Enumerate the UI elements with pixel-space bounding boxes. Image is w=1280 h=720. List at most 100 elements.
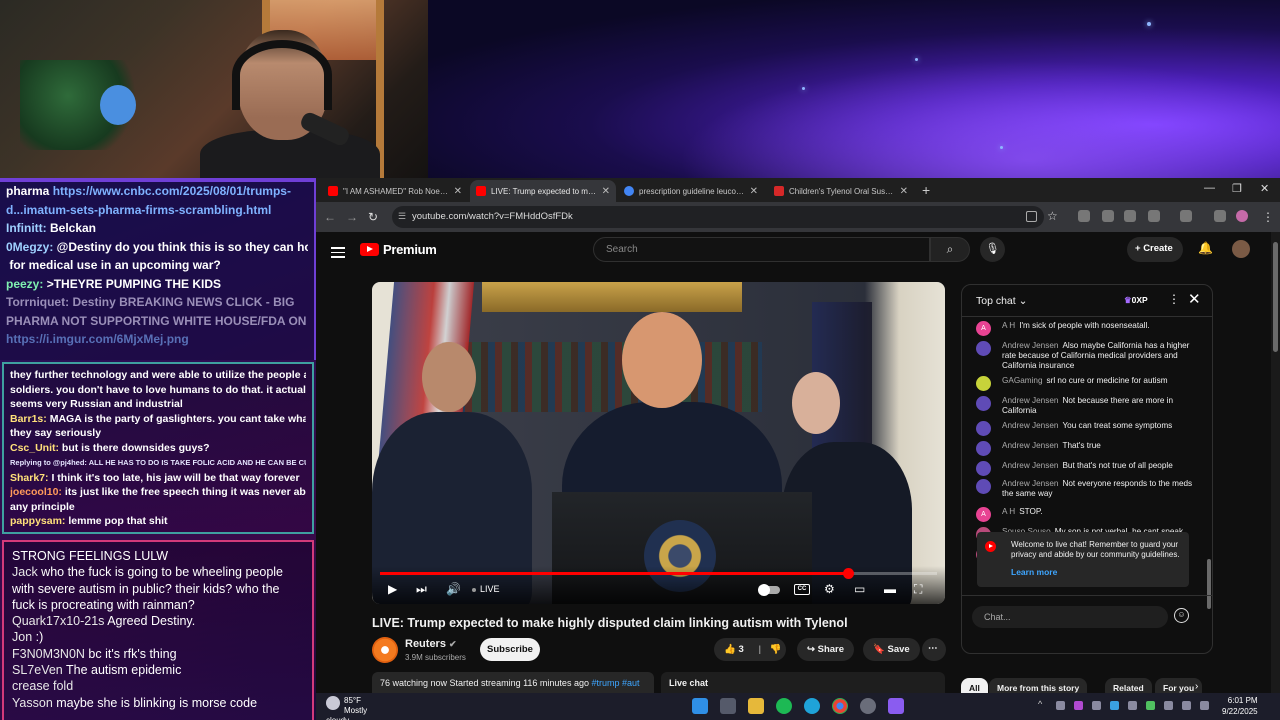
tray-icon[interactable] bbox=[1074, 701, 1083, 710]
chat-scrollbar[interactable] bbox=[1206, 319, 1212, 609]
volume-tray-icon[interactable] bbox=[1200, 701, 1209, 710]
search-icon[interactable]: ⌕ bbox=[930, 237, 970, 262]
app-icon[interactable] bbox=[860, 698, 876, 714]
account-avatar[interactable] bbox=[1232, 240, 1250, 258]
extension-icon[interactable] bbox=[1102, 210, 1114, 222]
chat-author[interactable]: Andrew Jensen bbox=[1002, 396, 1058, 405]
microphone-icon[interactable]: 🎙 bbox=[980, 237, 1005, 262]
chat-avatar[interactable]: A bbox=[976, 507, 991, 522]
channel-name[interactable]: Reuters ✔ bbox=[405, 638, 457, 650]
like-dislike-button[interactable]: 👍 3 | 👎 bbox=[714, 638, 786, 661]
search-input[interactable]: Search bbox=[593, 237, 930, 262]
tab-close-icon[interactable]: ✕ bbox=[454, 186, 462, 197]
chevron-right-icon[interactable]: › bbox=[1195, 681, 1198, 692]
site-info-icon[interactable]: ☰ bbox=[398, 211, 406, 222]
chat-avatar[interactable] bbox=[976, 441, 991, 456]
page-scrollbar[interactable] bbox=[1271, 232, 1280, 693]
extensions-puzzle-icon[interactable] bbox=[1148, 210, 1160, 222]
chat-avatar[interactable] bbox=[976, 396, 991, 411]
play-icon[interactable]: ▶ bbox=[388, 582, 397, 596]
tray-icon[interactable] bbox=[1056, 701, 1065, 710]
tray-icon[interactable] bbox=[1128, 701, 1137, 710]
description-box[interactable]: 76 watching now Started streaming 116 mi… bbox=[372, 672, 654, 693]
windows-start-icon[interactable] bbox=[692, 698, 708, 714]
live-indicator[interactable]: LIVE bbox=[472, 584, 500, 594]
chat-avatar[interactable] bbox=[976, 341, 991, 356]
media-icon[interactable] bbox=[1214, 210, 1226, 222]
learn-more-link[interactable]: Learn more bbox=[1011, 567, 1057, 577]
file-explorer-icon[interactable] bbox=[748, 698, 764, 714]
reload-icon[interactable]: ↻ bbox=[368, 210, 378, 224]
bookmark-star-icon[interactable]: ☆ bbox=[1047, 209, 1058, 223]
theater-mode-icon[interactable]: ▬ bbox=[884, 582, 896, 596]
tray-icon[interactable] bbox=[1164, 701, 1173, 710]
chat-author[interactable]: GAGaming bbox=[1002, 376, 1043, 385]
address-bar[interactable]: ☰ youtube.com/watch?v=FMHddOsfFDk bbox=[392, 206, 1044, 228]
tab-close-icon[interactable]: ✕ bbox=[602, 186, 610, 197]
scrollbar-thumb[interactable] bbox=[1273, 242, 1278, 352]
hamburger-menu-icon[interactable] bbox=[331, 244, 345, 261]
volume-icon[interactable]: 🔊 bbox=[446, 582, 461, 596]
app-icon[interactable] bbox=[888, 698, 904, 714]
browser-tab[interactable]: prescription guideline leucovor... ✕ bbox=[618, 180, 764, 202]
subscribe-button[interactable]: Subscribe bbox=[480, 638, 540, 661]
tray-icon[interactable] bbox=[1146, 701, 1155, 710]
chat-author[interactable]: Andrew Jensen bbox=[1002, 441, 1058, 450]
chat-author[interactable]: A H bbox=[1002, 321, 1015, 330]
miniplayer-icon[interactable]: ▭ bbox=[854, 582, 865, 596]
next-icon[interactable]: ⏭ bbox=[416, 582, 427, 597]
new-tab-icon[interactable]: + bbox=[922, 182, 930, 198]
chat-avatar[interactable] bbox=[976, 479, 991, 494]
chat-author[interactable]: Andrew Jensen bbox=[1002, 479, 1058, 488]
task-view-icon[interactable] bbox=[720, 698, 736, 714]
browser-menu-icon[interactable]: ⋮ bbox=[1262, 210, 1274, 224]
profile-avatar-icon[interactable] bbox=[1236, 210, 1248, 222]
chip-all[interactable]: All bbox=[961, 678, 988, 693]
description-hashtags[interactable]: #trump #aut bbox=[591, 678, 639, 688]
forward-icon[interactable]: → bbox=[346, 210, 358, 224]
thumbs-down-icon[interactable]: 👎 bbox=[770, 644, 782, 655]
progress-knob[interactable] bbox=[842, 568, 854, 579]
fullscreen-icon[interactable]: ⛶ bbox=[914, 582, 922, 597]
settings-gear-icon[interactable]: ⚙ bbox=[824, 582, 835, 596]
autoplay-toggle[interactable] bbox=[758, 584, 780, 596]
chat-avatar[interactable] bbox=[976, 421, 991, 436]
tray-icon[interactable] bbox=[1092, 701, 1101, 710]
edge-icon[interactable] bbox=[804, 698, 820, 714]
notifications-bell-icon[interactable]: 🔔 bbox=[1198, 241, 1213, 255]
chat-author[interactable]: A H bbox=[1002, 507, 1015, 516]
chat-author[interactable]: Andrew Jensen bbox=[1002, 341, 1058, 350]
chip-more-from-story[interactable]: More from this story bbox=[989, 678, 1088, 693]
xp-badge[interactable]: ♛0XP bbox=[1124, 295, 1148, 306]
chrome-icon[interactable] bbox=[832, 698, 848, 714]
cast-icon[interactable] bbox=[1026, 211, 1037, 222]
channel-avatar[interactable] bbox=[372, 637, 398, 663]
browser-tab-active[interactable]: LIVE: Trump expected to ma... ✕ bbox=[470, 180, 616, 202]
top-chat-dropdown[interactable]: Top chat ⌄ bbox=[976, 295, 1027, 307]
weather-widget[interactable]: 85°F Mostly cloudy bbox=[326, 696, 374, 720]
extension-icon[interactable] bbox=[1078, 210, 1090, 222]
system-clock[interactable]: 6:01 PM 9/22/2025 bbox=[1222, 696, 1258, 717]
chat-avatar[interactable] bbox=[976, 376, 991, 391]
save-button[interactable]: 🔖 Save bbox=[863, 638, 920, 661]
browser-tab[interactable]: "I AM ASHAMED" Rob Noerr A... ✕ bbox=[322, 180, 468, 202]
chat-author[interactable]: Andrew Jensen bbox=[1002, 461, 1058, 470]
tab-close-icon[interactable]: ✕ bbox=[900, 186, 908, 197]
tray-icon[interactable] bbox=[1110, 701, 1119, 710]
sidepanel-icon[interactable] bbox=[1180, 210, 1192, 222]
video-player[interactable]: ▶ ⏭ 🔊 LIVE CC ⚙ ▭ ▬ ⛶ bbox=[372, 282, 945, 604]
chat-menu-icon[interactable]: ⋮ bbox=[1168, 292, 1180, 306]
maximize-icon[interactable]: ❐ bbox=[1232, 182, 1242, 195]
share-button[interactable]: ↪ Share bbox=[797, 638, 855, 661]
captions-icon[interactable]: CC bbox=[794, 584, 810, 595]
back-icon[interactable]: ← bbox=[324, 210, 336, 224]
more-actions-icon[interactable]: ⋯ bbox=[922, 638, 946, 661]
tray-chevron-icon[interactable]: ^ bbox=[1038, 699, 1042, 709]
chat-input[interactable]: Chat... bbox=[972, 606, 1168, 628]
create-button[interactable]: + Create bbox=[1127, 237, 1183, 262]
browser-tab[interactable]: Children's Tylenol Oral Suspen... ✕ bbox=[768, 180, 914, 202]
video-progress-bar[interactable] bbox=[380, 568, 937, 579]
live-chat-toggle[interactable]: Live chat bbox=[661, 672, 945, 693]
spotify-icon[interactable] bbox=[776, 698, 792, 714]
emoji-icon[interactable]: ☺ bbox=[1174, 608, 1189, 623]
